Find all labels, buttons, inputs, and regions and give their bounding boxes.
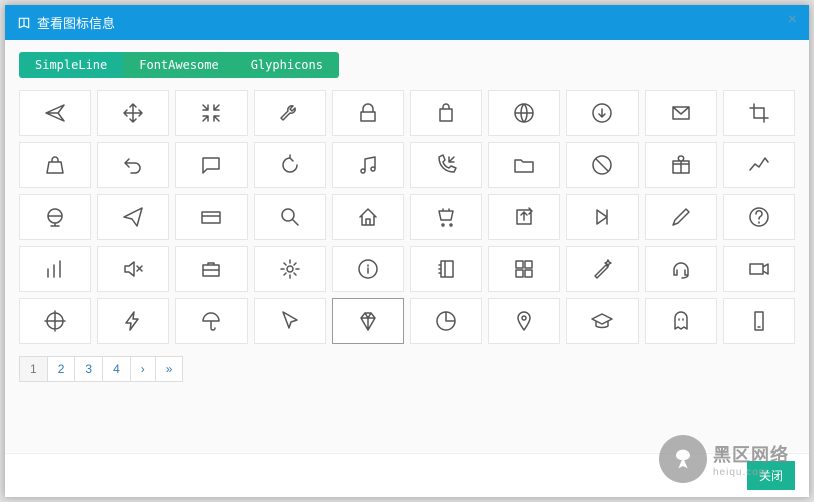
home-icon[interactable]	[332, 194, 404, 240]
modal-window: 查看图标信息 × SimpleLineFontAwesomeGlyphicons…	[5, 5, 809, 497]
cursor-icon[interactable]	[254, 298, 326, 344]
reload-icon[interactable]	[254, 142, 326, 188]
footer: 黑区网络 heiqu.com 关闭	[5, 453, 809, 497]
paper-plane-icon[interactable]	[97, 194, 169, 240]
page-2[interactable]: 2	[47, 356, 76, 382]
icon-grid	[19, 90, 795, 344]
chat-icon[interactable]	[175, 142, 247, 188]
page-»[interactable]: »	[155, 356, 184, 382]
page-1[interactable]: 1	[19, 356, 48, 382]
mute-icon[interactable]	[97, 246, 169, 292]
share-icon[interactable]	[488, 194, 560, 240]
headset-icon[interactable]	[645, 246, 717, 292]
page-3[interactable]: 3	[74, 356, 103, 382]
call-in-icon[interactable]	[410, 142, 482, 188]
titlebar: 查看图标信息 ×	[5, 5, 809, 40]
phone-icon[interactable]	[723, 298, 795, 344]
credit-card-icon[interactable]	[175, 194, 247, 240]
tab-simpleline[interactable]: SimpleLine	[19, 52, 123, 78]
music-icon[interactable]	[332, 142, 404, 188]
plane-icon[interactable]	[19, 90, 91, 136]
page-4[interactable]: 4	[102, 356, 131, 382]
tab-bar: SimpleLineFontAwesomeGlyphicons	[19, 52, 795, 78]
prev-icon[interactable]	[566, 194, 638, 240]
globe-icon[interactable]	[488, 90, 560, 136]
briefcase-icon[interactable]	[175, 246, 247, 292]
wrench-icon[interactable]	[254, 90, 326, 136]
watermark: 黑区网络 heiqu.com	[659, 435, 789, 483]
gift-icon[interactable]	[645, 142, 717, 188]
umbrella-icon[interactable]	[175, 298, 247, 344]
chart-icon[interactable]	[19, 246, 91, 292]
watermark-sub: heiqu.com	[713, 467, 789, 478]
video-icon[interactable]	[723, 246, 795, 292]
diamond-icon[interactable]	[332, 298, 404, 344]
search-icon[interactable]	[254, 194, 326, 240]
globe2-icon[interactable]	[19, 194, 91, 240]
download-icon[interactable]	[566, 90, 638, 136]
envelope-icon[interactable]	[645, 90, 717, 136]
handbag-icon[interactable]	[19, 142, 91, 188]
modal-title: 查看图标信息	[37, 13, 115, 32]
book-icon	[17, 16, 31, 30]
pencil-icon[interactable]	[645, 194, 717, 240]
question-icon[interactable]	[723, 194, 795, 240]
page-›[interactable]: ›	[130, 356, 156, 382]
notebook-icon[interactable]	[410, 246, 482, 292]
pin-icon[interactable]	[488, 298, 560, 344]
wand-icon[interactable]	[566, 246, 638, 292]
content-area: SimpleLineFontAwesomeGlyphicons 1234›»	[5, 40, 809, 452]
crop-icon[interactable]	[723, 90, 795, 136]
tab-glyphicons[interactable]: Glyphicons	[235, 52, 339, 78]
info-icon[interactable]	[332, 246, 404, 292]
shrink-icon[interactable]	[175, 90, 247, 136]
close-icon[interactable]: ×	[788, 11, 797, 29]
pie-icon[interactable]	[410, 298, 482, 344]
ghost-icon[interactable]	[645, 298, 717, 344]
pagination: 1234›»	[19, 356, 795, 382]
ban-icon[interactable]	[566, 142, 638, 188]
graduation-icon[interactable]	[566, 298, 638, 344]
bag-icon[interactable]	[410, 90, 482, 136]
cart-icon[interactable]	[410, 194, 482, 240]
move-icon[interactable]	[97, 90, 169, 136]
folder-icon[interactable]	[488, 142, 560, 188]
watermark-logo	[659, 435, 707, 483]
undo-icon[interactable]	[97, 142, 169, 188]
target-icon[interactable]	[19, 298, 91, 344]
tab-fontawesome[interactable]: FontAwesome	[123, 52, 234, 78]
lock-icon[interactable]	[332, 90, 404, 136]
energy-icon[interactable]	[97, 298, 169, 344]
gear-icon[interactable]	[254, 246, 326, 292]
grid-icon[interactable]	[488, 246, 560, 292]
graph-icon[interactable]	[723, 142, 795, 188]
watermark-text: 黑区网络	[713, 441, 789, 467]
